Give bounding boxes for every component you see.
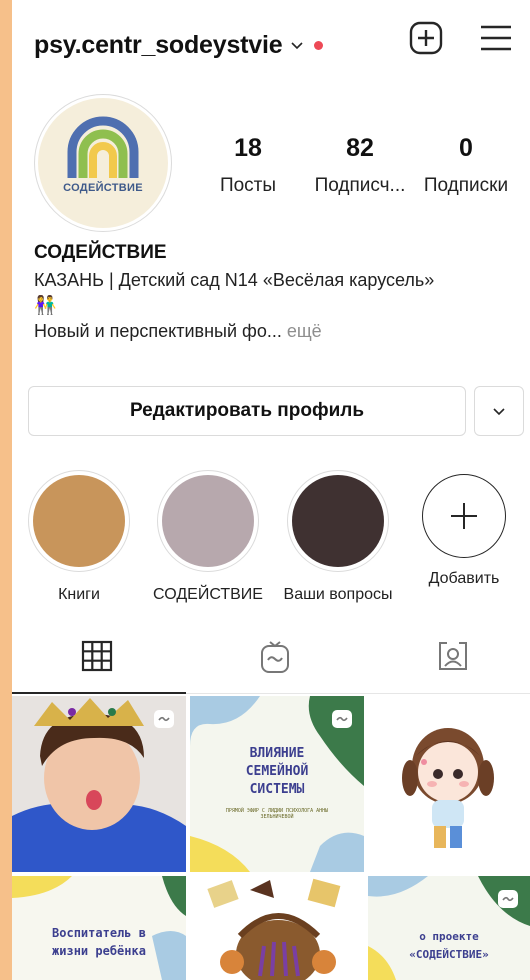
post-illustration	[402, 728, 494, 848]
chevron-down-icon	[493, 408, 505, 416]
post-title-line: ВЛИЯНИЕ	[249, 746, 305, 761]
avatar-image: СОДЕЙСТВИЕ	[38, 98, 168, 228]
stat-value: 82	[346, 134, 374, 162]
highlight-questions[interactable]: Ваши вопросы	[283, 470, 393, 604]
bio-description-text: Новый и перспективный фо...	[34, 321, 282, 341]
highlight-books[interactable]: Книги	[24, 470, 134, 604]
username[interactable]: psy.centr_sodeystvie	[34, 31, 283, 60]
post-title-line: СЕМЕЙНОЙ	[245, 764, 309, 779]
stat-label: Подписч...	[314, 175, 406, 196]
reel-badge-icon	[332, 710, 352, 728]
tab-grid[interactable]	[12, 632, 182, 694]
avatar[interactable]: СОДЕЙСТВИЕ	[34, 94, 172, 232]
rainbow-logo-icon	[67, 116, 139, 178]
tab-reels[interactable]	[190, 632, 360, 694]
highlight-label: Ваши вопросы	[283, 586, 393, 603]
more-link[interactable]: ещё	[282, 321, 322, 341]
stat-posts[interactable]: 18 Посты	[210, 134, 286, 197]
posts-grid: ВЛИЯНИЕ СЕМЕЙНОЙ СИСТЕМЫ ПРЯМОЙ ЭФИР С Л…	[12, 696, 530, 980]
suggestions-dropdown-button[interactable]	[474, 386, 524, 436]
menu-icon[interactable]	[478, 20, 514, 56]
stat-value: 0	[459, 134, 473, 162]
post-tile[interactable]	[368, 696, 530, 872]
stat-label: Посты	[219, 175, 277, 196]
post-subtitle: ПРЯМОЙ ЭФИР С ЛИДИИ ПСИХОЛОГА АННЫ ЗЕЛЬН…	[225, 808, 329, 820]
stat-value: 18	[234, 134, 262, 162]
bio-emoji: 👫	[34, 295, 57, 315]
stat-followers[interactable]: 82 Подписч...	[304, 134, 416, 197]
edit-profile-button[interactable]: Редактировать профиль	[28, 386, 466, 436]
highlight-add[interactable]: Добавить	[409, 474, 519, 588]
profile-tabs	[12, 632, 530, 694]
reel-badge-icon	[154, 710, 174, 728]
active-tab-indicator	[12, 692, 186, 694]
highlight-cover	[33, 475, 125, 567]
tab-tagged[interactable]	[368, 632, 530, 694]
highlight-label: СОДЕЙСТВИЕ	[153, 586, 263, 603]
profile-stats: 18 Посты 82 Подписч... 0 Подписки	[210, 134, 520, 197]
notification-dot	[314, 40, 324, 50]
highlight-cover	[162, 475, 254, 567]
bio-line: КАЗАНЬ | Детский сад N14 «Весёлая карусе…	[34, 270, 435, 290]
left-edge-strip	[0, 0, 12, 980]
post-tile[interactable]	[190, 876, 364, 980]
post-tile[interactable]: Воспитатель в жизни ребёнка	[12, 876, 186, 980]
stat-following[interactable]: 0 Подписки	[418, 134, 514, 197]
post-title-line: СИСТЕМЫ	[249, 782, 305, 797]
avatar-label: СОДЕЙСТВИЕ	[63, 182, 143, 194]
post-tile[interactable]: о проекте «СОДЕЙСТВИЕ»	[368, 876, 530, 980]
grid-icon	[81, 640, 113, 672]
highlight-cover	[292, 475, 384, 567]
top-bar: psy.centr_sodeystvie	[12, 0, 530, 90]
chevron-down-icon[interactable]	[290, 38, 304, 52]
highlight-sodeystvie[interactable]: СОДЕЙСТВИЕ	[153, 470, 263, 604]
reel-badge-icon	[498, 890, 518, 908]
post-tile[interactable]	[12, 696, 186, 872]
new-post-icon[interactable]	[408, 20, 444, 56]
reels-icon	[261, 641, 289, 673]
post-title-line: «СОДЕЙСТВИЕ»	[409, 948, 489, 961]
highlight-label: Книги	[58, 586, 100, 603]
highlight-label: Добавить	[428, 570, 500, 587]
post-title-line: Воспитатель в	[52, 926, 146, 940]
post-title-line: о проекте	[419, 930, 479, 943]
post-title-line: жизни ребёнка	[52, 944, 146, 958]
post-illustration	[207, 878, 341, 980]
post-tile[interactable]: ВЛИЯНИЕ СЕМЕЙНОЙ СИСТЕМЫ ПРЯМОЙ ЭФИР С Л…	[190, 696, 364, 872]
plus-icon	[451, 503, 477, 529]
tagged-icon	[439, 642, 467, 670]
stat-label: Подписки	[423, 175, 509, 196]
profile-bio: СОДЕЙСТВИЕ КАЗАНЬ | Детский сад N14 «Вес…	[34, 242, 518, 342]
bio-description: Новый и перспективный фо... ещё	[34, 321, 518, 342]
profile-name: СОДЕЙСТВИЕ	[34, 242, 167, 263]
